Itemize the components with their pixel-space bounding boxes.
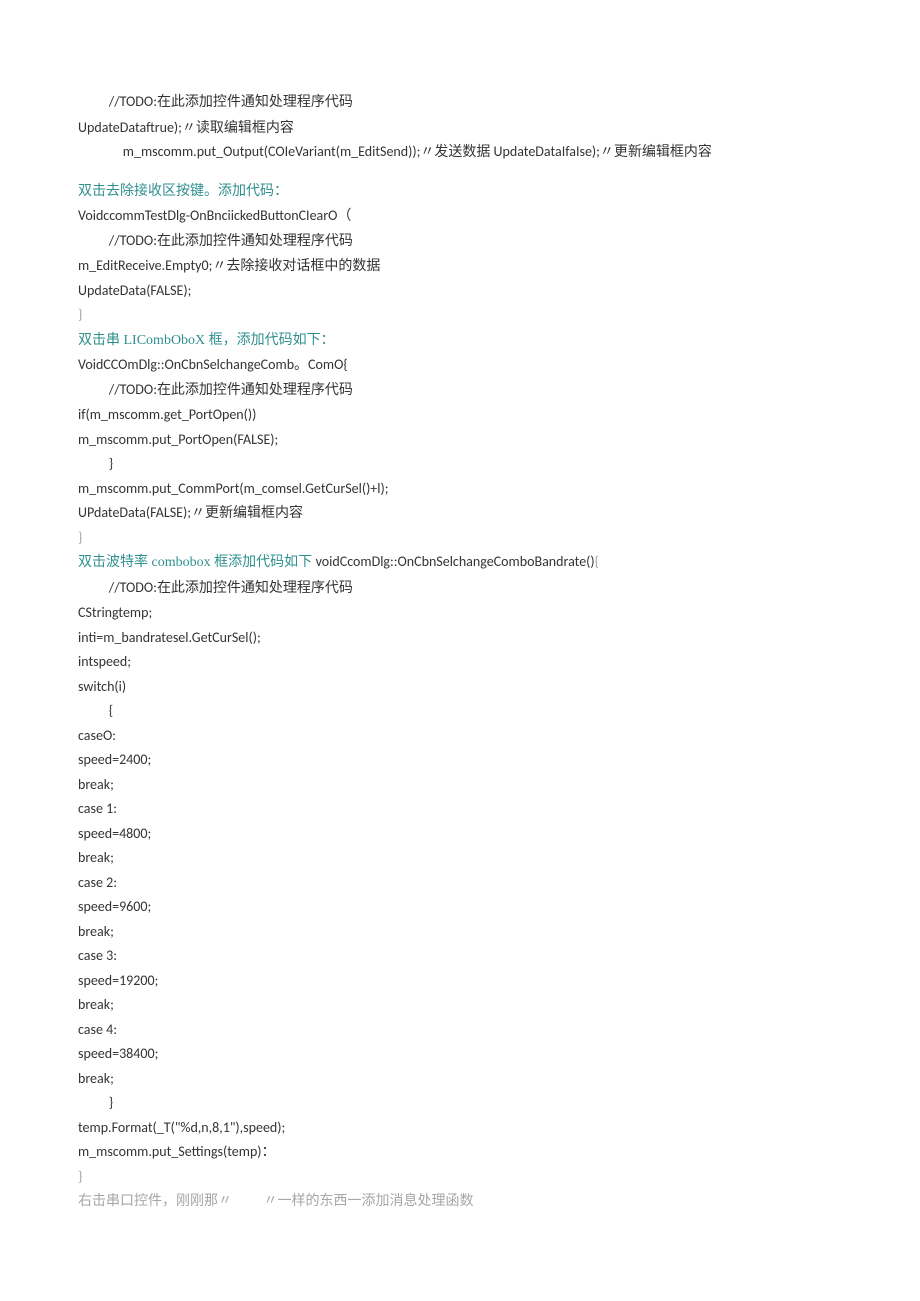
code-line: speed=9600; xyxy=(78,895,842,920)
code-line: if(m_mscomm.get_PortOpen()) xyxy=(78,403,842,428)
code-line xyxy=(78,165,842,179)
text-span: 右击串口控件，刚刚那〃 〃一样的东西一添加消息处理函数 xyxy=(78,1194,474,1209)
text-span: break; xyxy=(78,923,114,940)
code-line: } xyxy=(78,452,842,477)
code-line: intspeed; xyxy=(78,650,842,675)
code-line: m_mscomm.put_Settings(temp)： xyxy=(78,1140,842,1165)
text-span: //TODO: xyxy=(109,232,157,249)
text-span: 在此添加控件通知处理程序代码 xyxy=(157,95,353,110)
text-span: speed=2400; xyxy=(78,751,151,768)
text-span: //TODO: xyxy=(109,579,157,596)
code-line: //TODO:在此添加控件通知处理程序代码 xyxy=(78,90,842,116)
text-span: 双击去除接收区按键。添加代码： xyxy=(78,184,288,199)
document-page: //TODO:在此添加控件通知处理程序代码UpdateDataftrue);〃读… xyxy=(0,0,920,1275)
code-line: speed=2400; xyxy=(78,748,842,773)
code-line: case 1: xyxy=(78,797,842,822)
code-line: caseO: xyxy=(78,724,842,749)
text-span: } xyxy=(78,1168,82,1185)
code-line: speed=19200; xyxy=(78,969,842,994)
code-line: break; xyxy=(78,1067,842,1092)
text-span: 在此添加控件通知处理程序代码 xyxy=(157,581,353,596)
code-line: 双击去除接收区按键。添加代码： xyxy=(78,179,842,205)
code-line: m_EditReceive.Empty0;〃去除接收对话框中的数据 xyxy=(78,254,842,279)
text-span: speed=4800; xyxy=(78,825,151,842)
text-span: break; xyxy=(78,996,114,1013)
code-line: break; xyxy=(78,846,842,871)
code-line: break; xyxy=(78,920,842,945)
code-line: break; xyxy=(78,773,842,798)
text-span: m_mscomm.put_Settings(temp)： xyxy=(78,1143,276,1160)
text-span: break; xyxy=(78,849,114,866)
code-line: 右击串口控件，刚刚那〃 〃一样的东西一添加消息处理函数 xyxy=(78,1189,842,1215)
code-line: speed=38400; xyxy=(78,1042,842,1067)
text-span: 双击串 LICombOboX 框，添加代码如下： xyxy=(78,333,335,348)
code-line: VoidccommTestDlg-OnBnciickedButtonCIearO… xyxy=(78,204,842,229)
code-line: VoidCCOmDlg::OnCbnSelchangeComb。ComO{ xyxy=(78,353,842,378)
text-span: caseO: xyxy=(78,727,116,744)
code-line: CStringtemp; xyxy=(78,601,842,626)
text-span: if(m_mscomm.get_PortOpen()) xyxy=(78,406,256,423)
text-span: speed=38400; xyxy=(78,1045,158,1062)
code-line: } xyxy=(78,1091,842,1116)
text-span: 在此添加控件通知处理程序代码 xyxy=(157,383,353,398)
text-span: { xyxy=(595,553,599,570)
code-line: //TODO:在此添加控件通知处理程序代码 xyxy=(78,229,842,255)
text-span: m_mscomm.put_CommPort(m_comsel.GetCurSel… xyxy=(78,480,389,497)
code-line: m_mscomm.put_PortOpen(FALSE); xyxy=(78,428,842,453)
code-line: } xyxy=(78,1165,842,1190)
code-line: 双击波特率 combobox 框添加代码如下 voidCcomDlg::OnCb… xyxy=(78,550,842,576)
text-span: } xyxy=(109,455,113,472)
code-line: speed=4800; xyxy=(78,822,842,847)
text-span: break; xyxy=(78,1070,114,1087)
text-span: m_mscomm.put_Output(COIeVariant(m_EditSe… xyxy=(123,143,712,160)
text-span: speed=19200; xyxy=(78,972,158,989)
code-line: UPdateData(FALSE);〃更新编辑框内容 xyxy=(78,501,842,526)
text-span: } xyxy=(78,306,82,323)
text-span: voidCcomDlg::OnCbnSelchangeComboBandrate… xyxy=(316,553,595,570)
text-span: CStringtemp; xyxy=(78,604,152,621)
code-line: inti=m_bandratesel.GetCurSel(); xyxy=(78,626,842,651)
code-line: break; xyxy=(78,993,842,1018)
text-span: } xyxy=(78,529,82,546)
text-span: case 1: xyxy=(78,800,117,817)
text-span: case 2: xyxy=(78,874,117,891)
code-line: m_mscomm.put_CommPort(m_comsel.GetCurSel… xyxy=(78,477,842,502)
text-span: 在此添加控件通知处理程序代码 xyxy=(157,234,353,249)
code-line: } xyxy=(78,526,842,551)
text-span: //TODO: xyxy=(109,93,157,110)
text-span: } xyxy=(109,1094,113,1111)
code-line: case 4: xyxy=(78,1018,842,1043)
code-line: m_mscomm.put_Output(COIeVariant(m_EditSe… xyxy=(78,140,842,165)
text-span: m_mscomm.put_PortOpen(FALSE); xyxy=(78,431,278,448)
code-line: 双击串 LICombOboX 框，添加代码如下： xyxy=(78,328,842,354)
text-span: //TODO: xyxy=(109,381,157,398)
text-span: case 4: xyxy=(78,1021,117,1038)
text-span: m_EditReceive.Empty0;〃去除接收对话框中的数据 xyxy=(78,257,380,274)
text-span: { xyxy=(109,702,113,719)
code-line: //TODO:在此添加控件通知处理程序代码 xyxy=(78,576,842,602)
text-span: VoidCCOmDlg::OnCbnSelchangeComb。ComO{ xyxy=(78,356,348,373)
code-line: UpdateDataftrue);〃读取编辑框内容 xyxy=(78,116,842,141)
code-line: case 2: xyxy=(78,871,842,896)
code-line: { xyxy=(78,699,842,724)
text-span: speed=9600; xyxy=(78,898,151,915)
code-line: UpdateData(FALSE); xyxy=(78,279,842,304)
text-span: temp.Format(_T("%d,n,8,1"),speed); xyxy=(78,1119,285,1136)
text-span: UPdateData(FALSE);〃更新编辑框内容 xyxy=(78,504,303,521)
code-line: switch(i) xyxy=(78,675,842,700)
code-line: } xyxy=(78,303,842,328)
text-span: switch(i) xyxy=(78,678,126,695)
text-span: VoidccommTestDlg-OnBnciickedButtonCIearO… xyxy=(78,207,351,224)
text-span: break; xyxy=(78,776,114,793)
code-line: case 3: xyxy=(78,944,842,969)
text-span: 双击波特率 combobox 框添加代码如下 xyxy=(78,555,316,570)
text-span: UpdateDataftrue);〃读取编辑框内容 xyxy=(78,119,294,136)
code-line: //TODO:在此添加控件通知处理程序代码 xyxy=(78,378,842,404)
text-span: inti=m_bandratesel.GetCurSel(); xyxy=(78,629,261,646)
text-span: intspeed; xyxy=(78,653,131,670)
text-span: case 3: xyxy=(78,947,117,964)
code-line: temp.Format(_T("%d,n,8,1"),speed); xyxy=(78,1116,842,1141)
text-span: UpdateData(FALSE); xyxy=(78,282,191,299)
